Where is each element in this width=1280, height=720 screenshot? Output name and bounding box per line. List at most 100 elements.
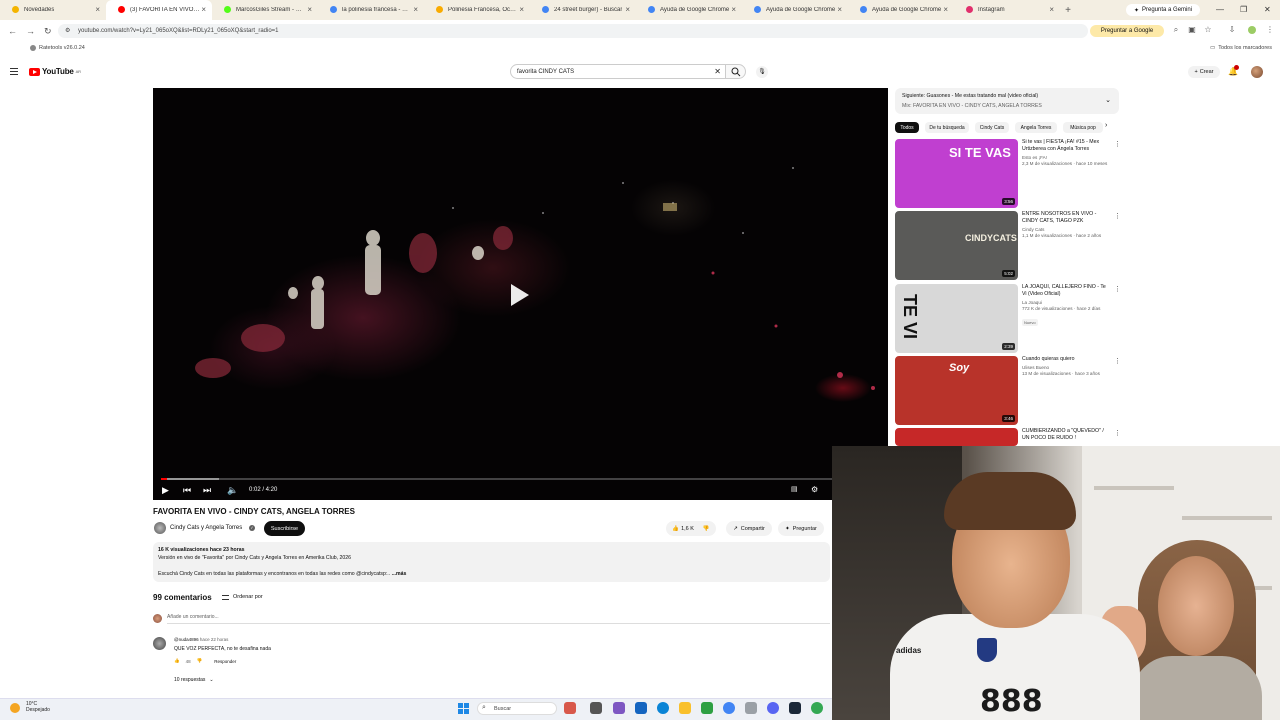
close-tab-icon[interactable]: × [625,5,630,14]
browser-tab[interactable]: 24 street burger) - Buscar × [530,0,636,20]
close-tab-icon[interactable]: × [837,5,842,14]
menu-dots-icon[interactable]: ⋮ [1266,26,1274,34]
extension-icon[interactable]: ▣ [1188,26,1196,34]
related-video-item[interactable]: SI TE VAS 3:56 Si te vas | FIESTA ¡FA! #15… [895,139,1121,209]
comment-avatar[interactable] [153,637,166,650]
channel-name[interactable]: Cindy Cats [1022,227,1110,232]
play-overlay-icon[interactable] [511,284,529,306]
more-options-icon[interactable]: ⋮ [1114,357,1121,365]
search-button[interactable] [726,64,746,79]
youtube-logo[interactable]: YouTube AR [29,67,81,76]
related-video-item[interactable]: TE VI 2:39 LA JOAQUI, CALLEJERO FINO - Te … [895,284,1121,354]
filter-chip[interactable]: Angela Torres [1015,122,1057,133]
taskbar-app-icon[interactable] [590,702,602,714]
video-title[interactable]: Cuando quieras quiero [1022,356,1110,363]
folder-icon[interactable] [679,702,691,714]
search-input[interactable]: favorita CINDY CATS ✕ [510,64,726,79]
comment-dislike-button[interactable]: 👎 [197,658,203,664]
channel-name[interactable]: La Joaqui [1022,300,1110,305]
close-tab-icon[interactable]: × [201,5,206,14]
browser-tab[interactable]: Instagram × [954,0,1060,20]
filter-chip[interactable]: Todos [895,122,919,133]
video-player[interactable]: ▶ ⏮ ⏭ 🔈 0:02 / 4:20 ▤ ⚙ [153,88,888,500]
edge-icon[interactable] [657,702,669,714]
discord-icon[interactable] [767,702,779,714]
more-options-icon[interactable]: ⋮ [1114,212,1121,220]
ask-button[interactable]: ✦ Preguntar [778,521,824,536]
channel-name[interactable]: Ulises Bueno [1022,365,1110,370]
like-button[interactable]: 👍 1,6 K [672,526,694,532]
more-options-icon[interactable]: ⋮ [1114,285,1121,293]
settings-icon[interactable]: ⚙ [811,485,818,495]
star-icon[interactable]: ☆ [1204,26,1212,34]
view-replies-button[interactable]: 10 respuestas ⌄ [174,677,214,683]
show-more-link[interactable]: ...más [392,571,407,577]
video-title[interactable]: CUMBIERIZANDO a "QUEVEDO" / UN POCO DE R… [1022,428,1110,442]
taskbar-app-icon[interactable] [745,702,757,714]
site-info-icon[interactable]: ⚙ [65,27,70,34]
account-avatar[interactable] [1251,66,1263,78]
chevron-down-icon[interactable]: ⌄ [1105,96,1111,104]
more-options-icon[interactable]: ⋮ [1114,140,1121,148]
subtitles-icon[interactable]: ▤ [791,485,798,495]
dislike-button[interactable]: 👎 [703,526,710,532]
maximize-icon[interactable]: ❐ [1240,5,1247,14]
browser-tab[interactable]: Polinesia Francesa, Ocean × [424,0,530,20]
reply-button[interactable]: Responder [214,659,236,664]
subscribe-button[interactable]: Suscribirse [264,521,305,536]
comment-like-button[interactable]: 👍 [174,658,180,664]
add-comment-input[interactable]: Añade un comentario... [167,614,830,624]
minimize-icon[interactable]: — [1216,5,1224,14]
browser-tab[interactable]: Novedades × [0,0,106,20]
filter-chip[interactable]: Música pop [1063,122,1103,133]
video-thumbnail[interactable]: SI TE VAS 3:56 [895,139,1018,208]
progress-bar[interactable] [161,478,880,480]
channel-name[interactable]: Cindy Cats y Angela Torres [170,525,242,531]
playlist-next-up[interactable]: Siguiente: Guasones - Me estas tratando … [895,88,1119,114]
video-thumbnail[interactable]: TE VI 2:39 [895,284,1018,353]
taskbar-app-icon[interactable] [635,702,647,714]
back-icon[interactable]: ← [8,26,17,36]
windows-start-icon[interactable] [458,703,469,714]
close-tab-icon[interactable]: × [731,5,736,14]
channel-avatar[interactable] [154,522,166,534]
taskbar-app-icon[interactable] [564,702,576,714]
browser-tab[interactable]: la polinesia francesa - Bus × [318,0,424,20]
channel-name[interactable]: Esto es ¡FA! [1022,155,1110,160]
video-thumbnail[interactable]: Soy 3:46 [895,356,1018,425]
chevron-right-icon[interactable]: › [1105,122,1107,129]
video-title[interactable]: LA JOAQUI, CALLEJERO FINO - Te Vi (Video… [1022,284,1110,298]
all-bookmarks[interactable]: ▭ Todos los marcadores [1210,45,1272,51]
video-thumbnail[interactable]: CINDYCATS 5:02 [895,211,1018,280]
reload-icon[interactable]: ↻ [44,26,52,37]
close-tab-icon[interactable]: × [413,5,418,14]
close-tab-icon[interactable]: × [943,5,948,14]
related-video-item[interactable]: CINDYCATS 5:02 ENTRE NOSOTROS EN VIVO - CI… [895,211,1121,281]
browser-tab[interactable]: (3) FAVORITA EN VIVO - CI × [106,0,212,20]
close-tab-icon[interactable]: × [1049,5,1054,14]
video-thumbnail[interactable] [895,428,1018,446]
sort-comments-button[interactable]: Ordenar por [222,594,263,600]
create-button[interactable]: + Crear [1188,66,1220,78]
taskbar-app-icon[interactable] [613,702,625,714]
gemini-button[interactable]: ✦ Pregunta a Gemini [1126,4,1200,16]
url-field[interactable]: ⚙ youtube.com/watch?v=Ly21_065oXQ&list=R… [58,24,1088,38]
ask-google-button[interactable]: Preguntar a Google [1090,25,1164,37]
mic-icon[interactable]: 🎙 [756,66,768,78]
chrome-icon[interactable] [723,702,735,714]
description-box[interactable]: 16 K visualizaciones hace 23 horas Versi… [153,542,830,582]
filter-chip[interactable]: De tu búsqueda [925,122,969,133]
volume-icon[interactable]: 🔈 [227,485,238,495]
profile-icon[interactable] [1248,26,1256,34]
close-tab-icon[interactable]: × [95,5,100,14]
close-window-icon[interactable]: ✕ [1264,5,1271,14]
next-icon[interactable]: ⏭ [203,485,211,495]
video-title[interactable]: ENTRE NOSOTROS EN VIVO - CINDY CATS, TIA… [1022,211,1110,225]
browser-tab[interactable]: MarcosGiles Stream - Wat × [212,0,318,20]
close-tab-icon[interactable]: × [307,5,312,14]
chrome-icon[interactable] [811,702,823,714]
browser-tab[interactable]: Ayuda de Google Chrome × [848,0,954,20]
close-tab-icon[interactable]: × [519,5,524,14]
previous-icon[interactable]: ⏮ [183,485,191,495]
share-button[interactable]: ↗ Compartir [726,521,772,536]
